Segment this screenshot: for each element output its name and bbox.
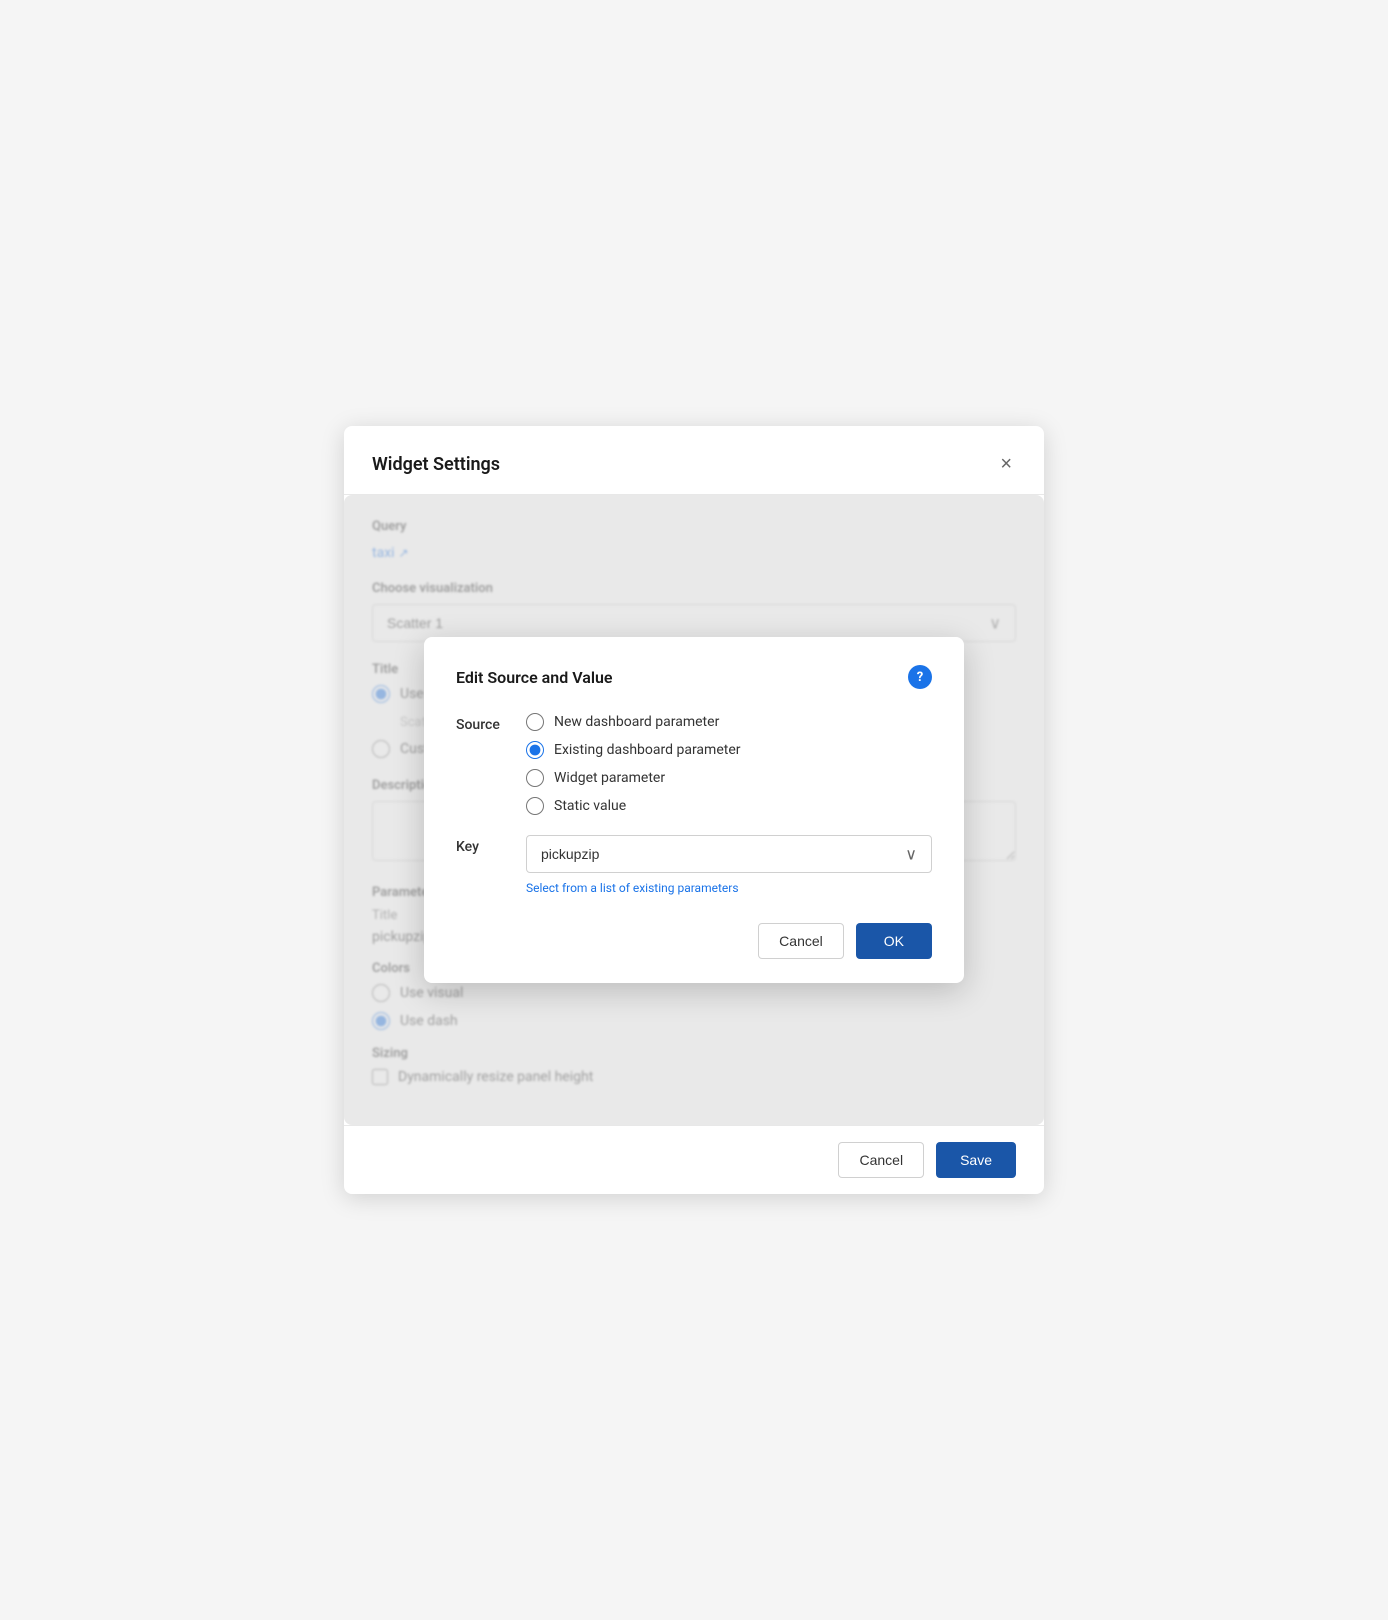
ok-button[interactable]: OK: [856, 923, 932, 959]
source-options: New dashboard parameter Existing dashboa…: [526, 713, 932, 815]
dialog-body: Query taxi ↗ Choose visualization Scatte…: [344, 495, 1044, 1125]
widget-parameter-option[interactable]: Widget parameter: [526, 769, 932, 787]
inner-dialog-header: Edit Source and Value ?: [456, 665, 932, 689]
source-row: Source New dashboard parameter Existing …: [456, 713, 932, 815]
existing-dashboard-option[interactable]: Existing dashboard parameter: [526, 741, 932, 759]
widget-parameter-label: Widget parameter: [554, 770, 665, 786]
edit-source-dialog: Edit Source and Value ? Source New dashb…: [424, 637, 964, 983]
new-dashboard-radio[interactable]: [526, 713, 544, 731]
key-row: Key pickupzip ∨ Select from a list of ex…: [456, 835, 932, 895]
key-hint: Select from a list of existing parameter…: [526, 881, 932, 895]
existing-dashboard-radio[interactable]: [526, 741, 544, 759]
inner-dialog-footer: Cancel OK: [456, 923, 932, 959]
widget-parameter-radio[interactable]: [526, 769, 544, 787]
static-value-label: Static value: [554, 798, 626, 814]
save-button[interactable]: Save: [936, 1142, 1016, 1178]
dialog-footer: Cancel Save: [344, 1125, 1044, 1194]
source-radio-group: New dashboard parameter Existing dashboa…: [526, 713, 932, 815]
existing-dashboard-label: Existing dashboard parameter: [554, 742, 740, 758]
key-control: pickupzip ∨ Select from a list of existi…: [526, 835, 932, 895]
new-dashboard-label: New dashboard parameter: [554, 714, 719, 730]
dialog-title: Widget Settings: [372, 454, 500, 475]
key-select-wrapper: pickupzip ∨: [526, 835, 932, 873]
dialog-overlay: Edit Source and Value ? Source New dashb…: [344, 495, 1044, 1125]
new-dashboard-option[interactable]: New dashboard parameter: [526, 713, 932, 731]
dialog-header: Widget Settings ×: [344, 426, 1044, 495]
cancel-button[interactable]: Cancel: [838, 1142, 924, 1178]
inner-cancel-button[interactable]: Cancel: [758, 923, 844, 959]
key-select[interactable]: pickupzip: [527, 836, 931, 872]
static-value-radio[interactable]: [526, 797, 544, 815]
static-value-option[interactable]: Static value: [526, 797, 932, 815]
close-button[interactable]: ×: [996, 450, 1016, 478]
widget-settings-dialog: Widget Settings × Query taxi ↗ Choose vi…: [344, 426, 1044, 1194]
source-label: Source: [456, 713, 526, 733]
key-label: Key: [456, 835, 526, 855]
inner-dialog-title: Edit Source and Value: [456, 668, 613, 687]
help-icon[interactable]: ?: [908, 665, 932, 689]
